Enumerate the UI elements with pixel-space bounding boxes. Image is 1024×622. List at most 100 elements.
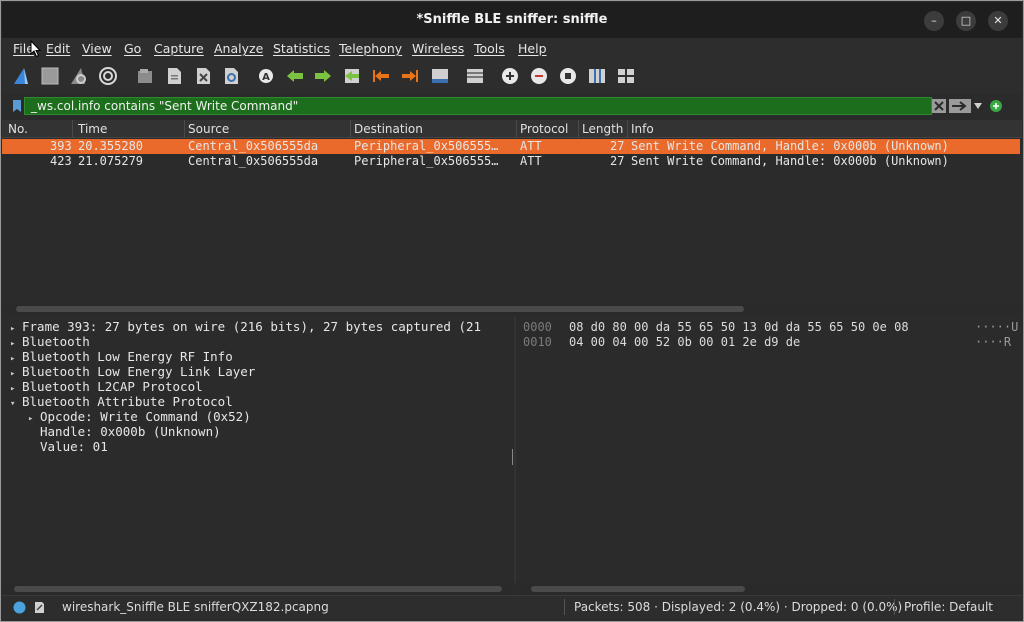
- find-packet-icon[interactable]: A: [256, 66, 276, 86]
- menu-bar: File Edit View Go Capture Analyze Statis…: [2, 38, 1022, 60]
- first-packet-icon[interactable]: [371, 66, 391, 86]
- expand-arrow-icon[interactable]: ▸: [10, 339, 22, 349]
- menu-help[interactable]: Help: [518, 41, 547, 56]
- bytes-hscrollbar[interactable]: [519, 583, 1021, 595]
- expand-arrow-icon[interactable]: ▸: [10, 384, 22, 394]
- detail-text: Bluetooth: [22, 334, 90, 349]
- packet-list-header: No. Time Source Destination Protocol Len…: [2, 120, 1022, 138]
- splitter-handle[interactable]: [512, 449, 513, 465]
- last-packet-icon[interactable]: [400, 66, 420, 86]
- zoom-out-icon[interactable]: [529, 66, 549, 86]
- column-header-destination[interactable]: Destination: [354, 122, 423, 136]
- menu-tools[interactable]: Tools: [474, 41, 505, 56]
- packet-list-hscrollbar[interactable]: [2, 303, 1020, 315]
- restart-fin-icon[interactable]: [69, 66, 89, 86]
- resize-columns-icon[interactable]: [587, 66, 607, 86]
- expand-arrow-icon[interactable]: ▸: [10, 369, 22, 379]
- column-divider[interactable]: [627, 120, 628, 138]
- detail-l2cap-row[interactable]: ▸ Bluetooth L2CAP Protocol: [10, 379, 203, 394]
- column-header-source[interactable]: Source: [188, 122, 229, 136]
- detail-text: Handle: 0x000b (Unknown): [40, 424, 221, 439]
- hex-ascii[interactable]: ·····U: [975, 320, 1018, 334]
- zoom-in-icon[interactable]: [500, 66, 520, 86]
- detail-handle-row[interactable]: Handle: 0x000b (Unknown): [28, 424, 221, 439]
- hex-ascii[interactable]: ····R: [975, 335, 1011, 349]
- column-header-protocol[interactable]: Protocol: [520, 122, 568, 136]
- detail-ble-rf-row[interactable]: ▸ Bluetooth Low Energy RF Info: [10, 349, 233, 364]
- packet-bytes-pane: 0000 08 d0 80 00 da 55 65 50 13 0d da 55…: [519, 319, 1021, 581]
- maximize-button[interactable]: □: [956, 11, 976, 31]
- layout-icon[interactable]: [616, 66, 636, 86]
- scrollbar-thumb[interactable]: [14, 586, 502, 592]
- column-divider[interactable]: [72, 120, 73, 138]
- status-divider: [564, 599, 565, 615]
- menu-wireless[interactable]: Wireless: [412, 41, 464, 56]
- open-folder-icon[interactable]: [135, 66, 155, 86]
- menu-statistics[interactable]: Statistics: [273, 41, 330, 56]
- autoscroll-icon[interactable]: [430, 66, 450, 86]
- zoom-normal-icon[interactable]: [558, 66, 578, 86]
- column-header-no[interactable]: No.: [8, 122, 28, 136]
- profile-label[interactable]: Profile: Default: [904, 600, 993, 614]
- recent-filters-dropdown-icon[interactable]: [974, 103, 982, 109]
- status-divider: [894, 599, 895, 615]
- expert-info-icon[interactable]: [13, 601, 26, 614]
- collapse-arrow-icon[interactable]: ▾: [10, 399, 22, 409]
- menu-edit[interactable]: Edit: [46, 41, 70, 56]
- hex-bytes[interactable]: 04 00 04 00 52 0b 00 01 2e d9 de: [569, 335, 800, 349]
- hex-bytes[interactable]: 08 d0 80 00 da 55 65 50 13 0d da 55 65 5…: [569, 320, 909, 334]
- pane-splitter[interactable]: [514, 317, 516, 583]
- hex-offset: 0010: [523, 335, 552, 349]
- apply-filter-icon[interactable]: [949, 99, 971, 113]
- go-forward-arrow-icon[interactable]: [313, 66, 333, 86]
- stop-square-icon[interactable]: [40, 66, 60, 86]
- close-file-icon[interactable]: [193, 66, 213, 86]
- detail-value-row[interactable]: Value: 01: [28, 439, 108, 454]
- column-divider[interactable]: [350, 120, 351, 138]
- scrollbar-thumb[interactable]: [531, 586, 745, 592]
- add-filter-button-icon[interactable]: [990, 100, 1002, 112]
- capture-options-icon[interactable]: [98, 66, 118, 86]
- column-header-time[interactable]: Time: [78, 122, 107, 136]
- detail-bluetooth-row[interactable]: ▸ Bluetooth: [10, 334, 90, 349]
- main-toolbar: A: [2, 60, 1022, 94]
- capture-comment-icon[interactable]: [33, 601, 46, 614]
- packet-no: 423: [50, 154, 72, 168]
- expand-arrow-icon[interactable]: ▸: [28, 414, 40, 424]
- display-filter-input[interactable]: _ws.col.info contains "Sent Write Comman…: [24, 97, 932, 115]
- colorize-icon[interactable]: [465, 66, 485, 86]
- reload-icon[interactable]: [221, 66, 241, 86]
- bookmark-icon[interactable]: [12, 99, 22, 113]
- minimize-button[interactable]: –: [924, 11, 944, 31]
- column-header-length[interactable]: Length: [582, 122, 623, 136]
- detail-ble-ll-row[interactable]: ▸ Bluetooth Low Energy Link Layer: [10, 364, 255, 379]
- menu-view[interactable]: View: [82, 41, 112, 56]
- packet-row[interactable]: 423 21.075279 Central_0x506555da Periphe…: [2, 154, 1020, 169]
- go-back-arrow-icon[interactable]: [285, 66, 305, 86]
- packet-destination: Peripheral_0x506555…: [354, 154, 499, 168]
- column-divider[interactable]: [578, 120, 579, 138]
- shark-fin-start-icon[interactable]: [12, 66, 32, 86]
- packet-list: 393 20.355280 Central_0x506555da Periphe…: [2, 138, 1022, 303]
- menu-telephony[interactable]: Telephony: [339, 41, 402, 56]
- detail-frame-row[interactable]: ▸ Frame 393: 27 bytes on wire (216 bits),…: [10, 319, 481, 334]
- status-bar: wireshark_Sniffle BLE snifferQXZ182.pcap…: [2, 595, 1022, 619]
- column-divider[interactable]: [184, 120, 185, 138]
- scrollbar-thumb[interactable]: [16, 306, 744, 312]
- details-hscrollbar[interactable]: [2, 583, 512, 595]
- clear-filter-icon[interactable]: [932, 99, 946, 113]
- column-divider[interactable]: [516, 120, 517, 138]
- go-to-packet-icon[interactable]: [342, 66, 362, 86]
- menu-go[interactable]: Go: [124, 41, 141, 56]
- title-bar: *Sniffle BLE sniffer: sniffle – □ ✕: [2, 2, 1022, 38]
- expand-arrow-icon[interactable]: ▸: [10, 324, 22, 334]
- close-button[interactable]: ✕: [988, 11, 1008, 31]
- expand-arrow-icon[interactable]: ▸: [10, 354, 22, 364]
- column-header-info[interactable]: Info: [631, 122, 654, 136]
- detail-opcode-row[interactable]: ▸ Opcode: Write Command (0x52): [28, 409, 251, 424]
- detail-att-row[interactable]: ▾ Bluetooth Attribute Protocol: [10, 394, 233, 409]
- packet-row-selected[interactable]: 393 20.355280 Central_0x506555da Periphe…: [2, 139, 1020, 154]
- save-file-icon[interactable]: [164, 66, 184, 86]
- menu-analyze[interactable]: Analyze: [214, 41, 263, 56]
- menu-capture[interactable]: Capture: [154, 41, 204, 56]
